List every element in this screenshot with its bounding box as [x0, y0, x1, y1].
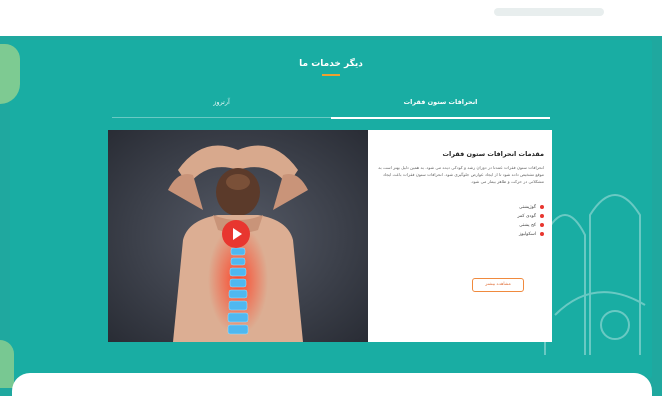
title-underline [322, 74, 340, 76]
tab-arthrosis[interactable]: آرتروز [112, 95, 331, 118]
bullet-dot-icon [540, 205, 544, 209]
service-description: انحرافات ستون فقرات عمدتا در دوران رشد و… [378, 165, 544, 184]
play-video-button[interactable] [222, 220, 250, 248]
tab-spinal-deviation[interactable]: انحرافات ستون فقرات [331, 95, 550, 119]
service-content: مقدمات انحرافات ستون فقرات انحرافات ستون… [376, 150, 544, 239]
service-title: مقدمات انحرافات ستون فقرات [442, 150, 544, 158]
list-item-label: گوژپشتی [518, 205, 536, 210]
list-item: گودی کمر [376, 212, 544, 221]
section-title: دیگر خدمات ما [299, 59, 363, 69]
service-card: مقدمات انحرافات ستون فقرات انحرافات ستون… [108, 130, 552, 342]
top-strip [0, 0, 662, 34]
bullet-dot-icon [540, 223, 544, 227]
list-item-label: کج پشتی [519, 223, 536, 228]
list-item-label: اسکولیوز [518, 232, 536, 237]
decorative-mosque-outline-icon [544, 194, 646, 355]
service-tabs: انحرافات ستون فقرات آرتروز [112, 95, 550, 119]
next-section-edge [12, 373, 652, 409]
list-item: گوژپشتی [376, 203, 544, 212]
list-item: اسکولیوز [376, 230, 544, 239]
bullet-dot-icon [540, 214, 544, 218]
spine-photo [108, 130, 368, 342]
decorative-leaf-bottom [0, 340, 14, 388]
list-item-label: گودی کمر [517, 214, 536, 219]
header-text-placeholder [494, 8, 604, 16]
view-more-button[interactable]: مشاهده بیشتر [472, 278, 524, 292]
bullet-dot-icon [540, 232, 544, 236]
service-bullet-list: گوژپشتی گودی کمر کج پشتی اسکولیوز [376, 203, 544, 239]
list-item: کج پشتی [376, 221, 544, 230]
